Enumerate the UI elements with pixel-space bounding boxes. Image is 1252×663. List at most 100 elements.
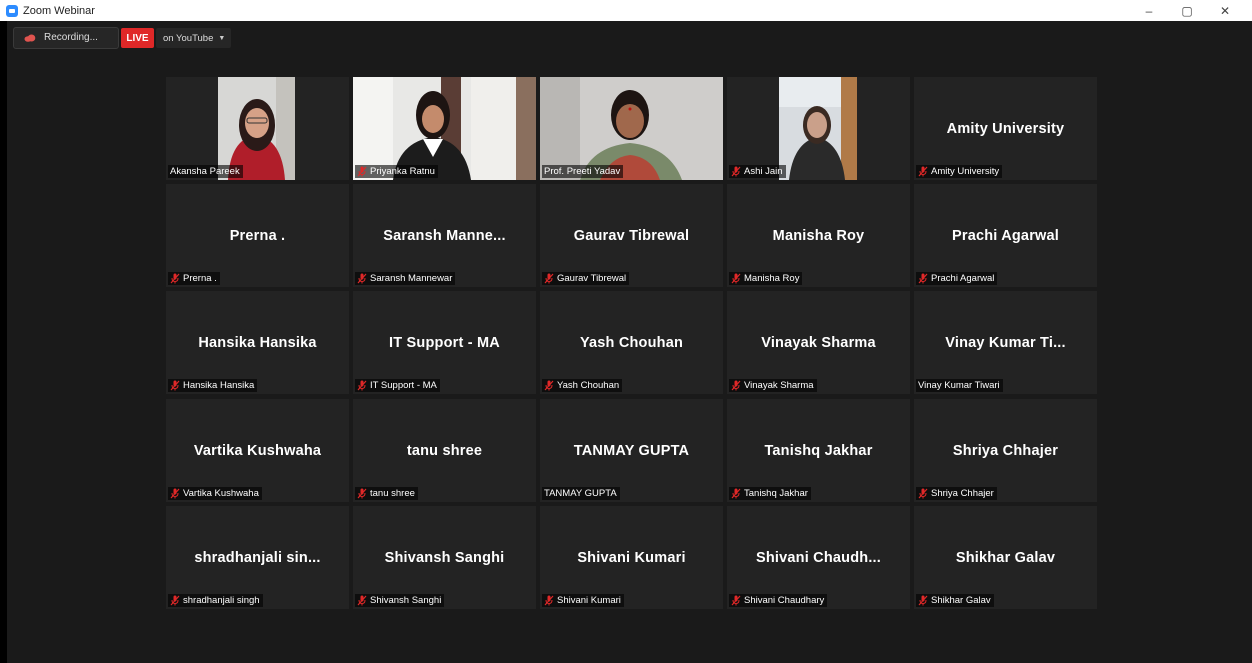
- participant-tile[interactable]: TANMAY GUPTA TANMAY GUPTA: [540, 399, 723, 502]
- participant-tile[interactable]: Manisha Roy Manisha Roy: [727, 184, 910, 287]
- participant-display-name: Gaurav Tibrewal: [573, 228, 690, 244]
- participant-name: Vartika Kushwaha: [183, 488, 259, 499]
- participant-name: Vinay Kumar Tiwari: [918, 380, 1000, 391]
- participant-tile[interactable]: Shivani Kumari Shivani Kumari: [540, 506, 723, 609]
- participant-name: Shivani Chaudhary: [744, 595, 825, 606]
- mic-muted-icon: [357, 166, 367, 177]
- participant-tile[interactable]: Shikhar Galav Shikhar Galav: [914, 506, 1097, 609]
- participant-tile[interactable]: Tanishq Jakhar Tanishq Jakhar: [727, 399, 910, 502]
- participant-nametag: tanu shree: [355, 487, 418, 500]
- participant-display-name: Shriya Chhajer: [952, 443, 1059, 459]
- recording-label: Recording...: [44, 32, 98, 43]
- participant-tile[interactable]: Vartika Kushwaha Vartika Kushwaha: [166, 399, 349, 502]
- chevron-down-icon: ▼: [218, 34, 226, 42]
- participant-display-name: TANMAY GUPTA: [573, 443, 690, 459]
- live-badge: LIVE: [121, 28, 154, 48]
- participant-tile[interactable]: Vinay Kumar Ti... Vinay Kumar Tiwari: [914, 291, 1097, 394]
- mic-muted-icon: [544, 595, 554, 606]
- participant-name: Prachi Agarwal: [931, 273, 995, 284]
- mic-muted-icon: [544, 273, 554, 284]
- participant-nametag: shradhanjali singh: [168, 594, 263, 607]
- participant-nametag: Saransh Mannewar: [355, 272, 456, 285]
- participant-name: Yash Chouhan: [557, 380, 620, 391]
- participant-display-name: Shivansh Sanghi: [384, 550, 505, 566]
- participant-tile[interactable]: Hansika Hansika Hansika Hansika: [166, 291, 349, 394]
- participant-tile[interactable]: Vinayak Sharma Vinayak Sharma: [727, 291, 910, 394]
- participant-nametag: Ashi Jain: [729, 165, 786, 178]
- participant-name: Prof. Preeti Yadav: [544, 166, 621, 177]
- participant-display-name: Vartika Kushwaha: [193, 443, 322, 459]
- participant-nametag: Amity University: [916, 165, 1003, 178]
- participant-name: Gaurav Tibrewal: [557, 273, 627, 284]
- close-button[interactable]: ✕: [1206, 0, 1244, 21]
- participant-display-name: Amity University: [946, 121, 1065, 137]
- participant-tile[interactable]: Ashi Jain: [727, 77, 910, 180]
- participant-display-name: Vinayak Sharma: [761, 335, 876, 351]
- mic-muted-icon: [731, 166, 741, 177]
- participant-tile[interactable]: Shivansh Sanghi Shivansh Sanghi: [353, 506, 536, 609]
- livestream-dropdown[interactable]: on YouTube ▼: [156, 28, 231, 48]
- mic-muted-icon: [918, 166, 928, 177]
- participant-tile[interactable]: tanu shree tanu shree: [353, 399, 536, 502]
- participant-nametag: Akansha Pareek: [168, 165, 243, 178]
- mic-muted-icon: [731, 273, 741, 284]
- participant-tile[interactable]: IT Support - MA IT Support - MA: [353, 291, 536, 394]
- window-titlebar: Zoom Webinar – ▢ ✕: [0, 0, 1252, 21]
- participant-nametag: Shivani Chaudhary: [729, 594, 828, 607]
- participant-tile[interactable]: Prof. Preeti Yadav: [540, 77, 723, 180]
- participant-tile[interactable]: shradhanjali sin... shradhanjali singh: [166, 506, 349, 609]
- mic-muted-icon: [170, 273, 180, 284]
- participant-tile[interactable]: Saransh Manne... Saransh Mannewar: [353, 184, 536, 287]
- participant-tile[interactable]: Amity University Amity University: [914, 77, 1097, 180]
- participant-name: shradhanjali singh: [183, 595, 260, 606]
- participant-name: Shivansh Sanghi: [370, 595, 442, 606]
- participant-display-name: tanu shree: [406, 443, 483, 459]
- participant-tile[interactable]: Shivani Chaudh... Shivani Chaudhary: [727, 506, 910, 609]
- participant-display-name: Prachi Agarwal: [951, 228, 1060, 244]
- participant-nametag: Shriya Chhajer: [916, 487, 997, 500]
- participant-display-name: Yash Chouhan: [579, 335, 684, 351]
- participant-nametag: Vinay Kumar Tiwari: [916, 379, 1003, 392]
- recording-button[interactable]: Recording...: [13, 27, 119, 49]
- mic-muted-icon: [731, 380, 741, 391]
- participant-name: Priyanka Ratnu: [370, 166, 435, 177]
- mic-muted-icon: [731, 595, 741, 606]
- mic-muted-icon: [170, 595, 180, 606]
- mic-muted-icon: [357, 273, 367, 284]
- participant-name: Ashi Jain: [744, 166, 783, 177]
- mic-muted-icon: [731, 488, 741, 499]
- participant-nametag: Shivani Kumari: [542, 594, 624, 607]
- mic-muted-icon: [918, 488, 928, 499]
- participant-name: Shriya Chhajer: [931, 488, 994, 499]
- participant-nametag: Vartika Kushwaha: [168, 487, 262, 500]
- participant-nametag: TANMAY GUPTA: [542, 487, 620, 500]
- participant-tile[interactable]: Gaurav Tibrewal Gaurav Tibrewal: [540, 184, 723, 287]
- participant-name: TANMAY GUPTA: [544, 488, 617, 499]
- participant-display-name: IT Support - MA: [389, 335, 500, 351]
- participant-nametag: Hansika Hansika: [168, 379, 258, 392]
- participant-display-name: shradhanjali sin...: [194, 550, 321, 566]
- participant-display-name: Shivani Chaudh...: [755, 550, 882, 566]
- mic-muted-icon: [357, 380, 367, 391]
- participant-nametag: Gaurav Tibrewal: [542, 272, 630, 285]
- participant-nametag: Shivansh Sanghi: [355, 594, 445, 607]
- participant-display-name: Shivani Kumari: [577, 550, 686, 566]
- participant-name: Tanishq Jakhar: [744, 488, 808, 499]
- participant-name: IT Support - MA: [370, 380, 437, 391]
- participant-name: Hansika Hansika: [183, 380, 255, 391]
- participant-tile[interactable]: Priyanka Ratnu: [353, 77, 536, 180]
- participant-display-name: Hansika Hansika: [198, 335, 317, 351]
- minimize-button[interactable]: –: [1130, 0, 1168, 21]
- restore-button[interactable]: ▢: [1168, 0, 1206, 21]
- participant-nametag: Prerna .: [168, 272, 220, 285]
- zoom-app-icon: [6, 4, 18, 17]
- participant-nametag: Shikhar Galav: [916, 594, 994, 607]
- participant-tile[interactable]: Akansha Pareek: [166, 77, 349, 180]
- mic-muted-icon: [544, 380, 554, 391]
- participant-tile[interactable]: Shriya Chhajer Shriya Chhajer: [914, 399, 1097, 502]
- participant-tile[interactable]: Yash Chouhan Yash Chouhan: [540, 291, 723, 394]
- participant-tile[interactable]: Prerna . Prerna .: [166, 184, 349, 287]
- participant-tile[interactable]: Prachi Agarwal Prachi Agarwal: [914, 184, 1097, 287]
- participant-nametag: Yash Chouhan: [542, 379, 623, 392]
- participant-nametag: Tanishq Jakhar: [729, 487, 811, 500]
